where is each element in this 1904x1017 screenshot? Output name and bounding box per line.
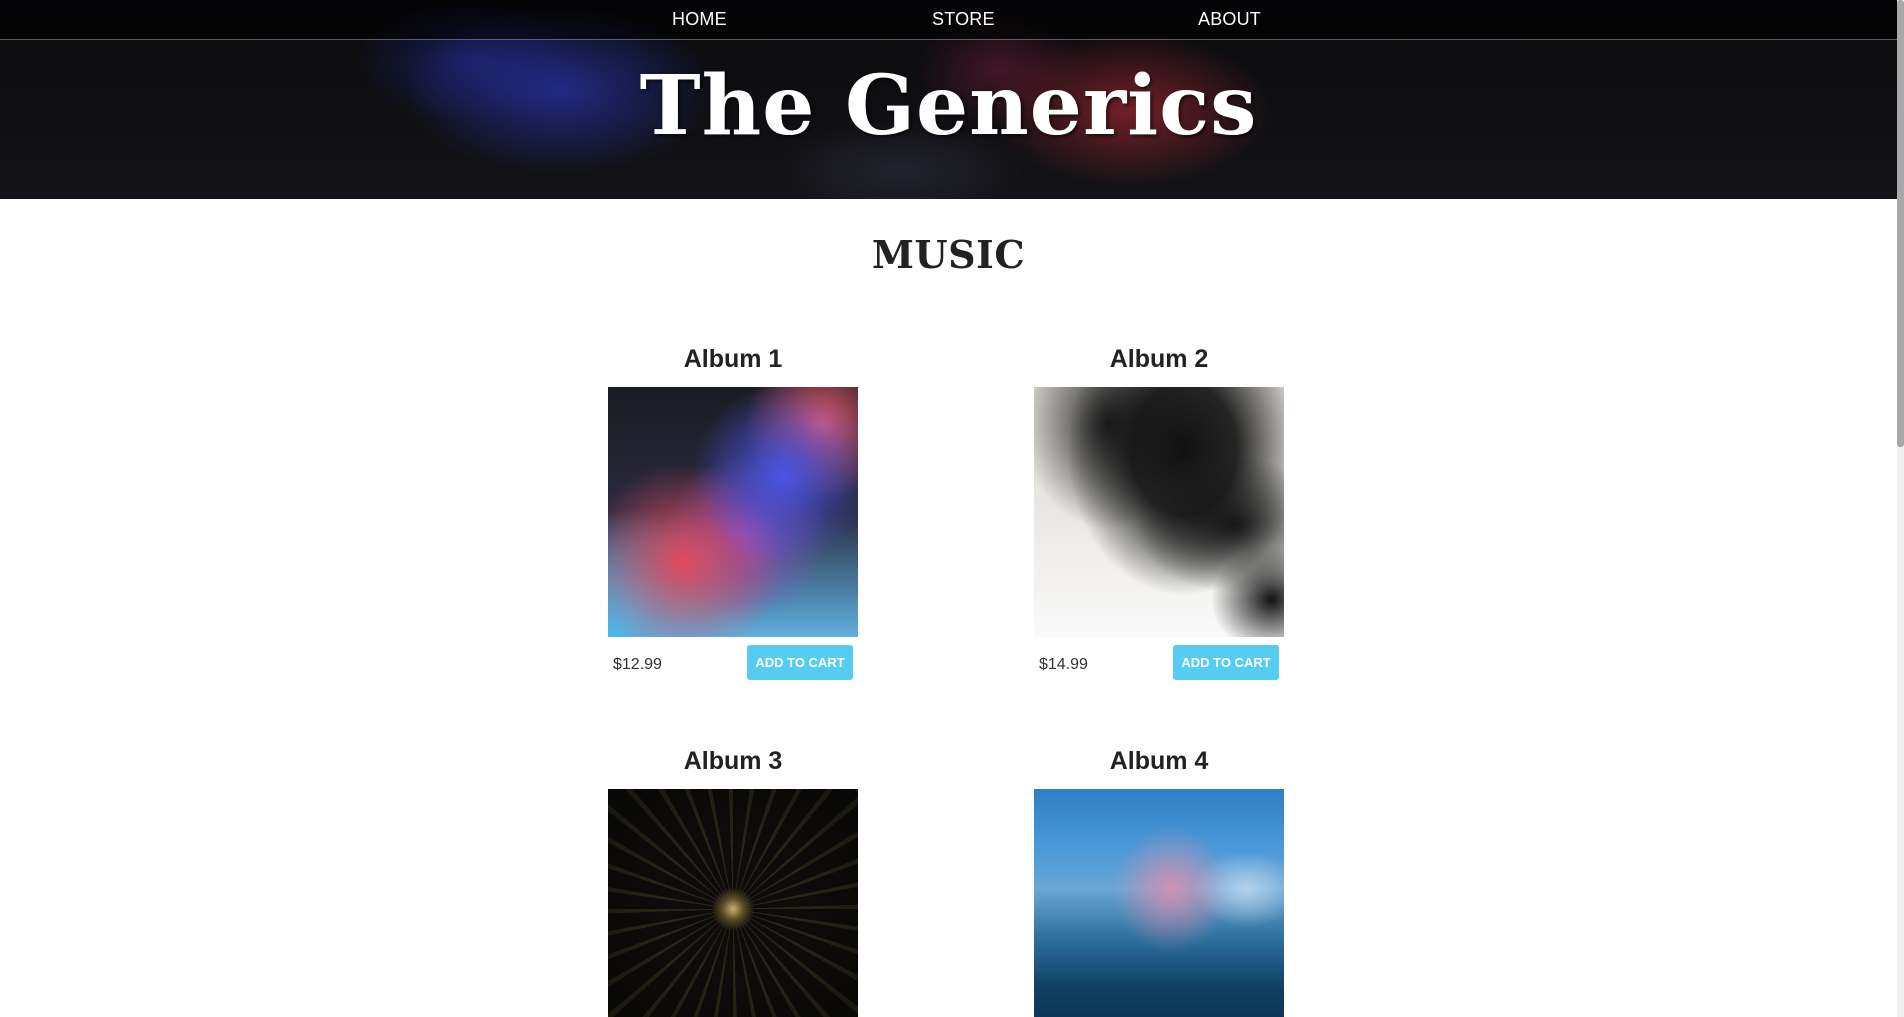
album-cover-image xyxy=(1034,789,1284,1017)
album-footer: $12.99 ADD TO CART xyxy=(608,645,858,689)
vertical-scrollbar[interactable] xyxy=(1897,0,1904,1017)
section-title: MUSIC xyxy=(871,232,1026,277)
top-nav: HOME STORE ABOUT xyxy=(0,0,1897,40)
album-title: Album 2 xyxy=(1109,345,1209,373)
album-cover-image xyxy=(608,387,858,637)
add-to-cart-button[interactable]: ADD TO CART xyxy=(747,645,853,680)
album-cover-image xyxy=(608,789,858,1017)
album-card: Album 4 xyxy=(1034,741,1284,1017)
album-title: Album 1 xyxy=(683,345,783,373)
add-to-cart-button[interactable]: ADD TO CART xyxy=(1173,645,1279,680)
nav-home-link[interactable]: HOME xyxy=(672,9,727,30)
album-card: Album 2 $14.99 ADD TO CART xyxy=(1034,339,1284,689)
album-title: Album 3 xyxy=(683,747,783,775)
nav-store-link[interactable]: STORE xyxy=(932,9,995,30)
nav-about-link[interactable]: ABOUT xyxy=(1198,9,1261,30)
album-cover-image xyxy=(1034,387,1284,637)
album-price: $14.99 xyxy=(1039,656,1088,673)
album-card: Album 1 $12.99 ADD TO CART xyxy=(608,339,858,689)
band-title: The Generics xyxy=(639,58,1258,154)
site-header: HOME STORE ABOUT The Generics xyxy=(0,0,1897,199)
album-footer: $14.99 ADD TO CART xyxy=(1034,645,1284,689)
album-price: $12.99 xyxy=(613,656,662,673)
scrollbar-thumb[interactable] xyxy=(1897,0,1904,447)
album-title: Album 4 xyxy=(1109,747,1209,775)
album-card: Album 3 xyxy=(608,741,858,1017)
page: HOME STORE ABOUT The Generics MUSIC Albu… xyxy=(0,0,1897,1017)
